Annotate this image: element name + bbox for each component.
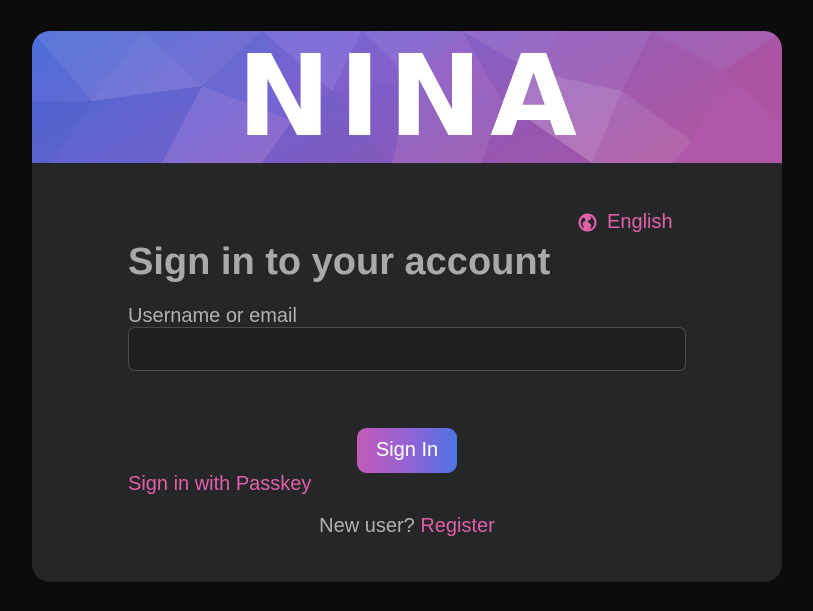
page-title: Sign in to your account [128, 241, 551, 283]
username-input[interactable] [128, 327, 686, 371]
username-label: Username or email [128, 305, 297, 327]
language-selector[interactable]: English [578, 211, 673, 234]
register-link[interactable]: Register [420, 515, 494, 537]
login-card: NINA English Sign in to your account Use… [32, 31, 782, 582]
globe-icon [578, 213, 597, 232]
nina-logo: NINA [237, 32, 585, 162]
sign-in-button[interactable]: Sign In [357, 428, 457, 473]
register-row: New user? Register [32, 514, 782, 538]
passkey-signin-link[interactable]: Sign in with Passkey [128, 472, 311, 496]
new-user-text: New user? [319, 515, 415, 537]
header-banner: NINA [32, 31, 782, 163]
language-label: English [607, 211, 673, 233]
